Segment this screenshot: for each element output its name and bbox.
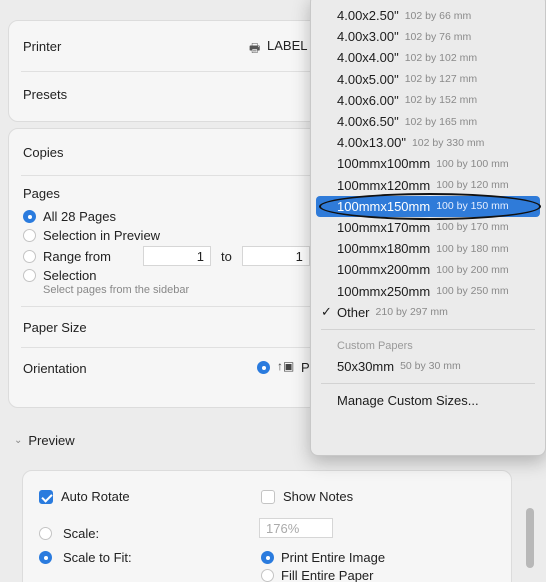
paper-size-menu-items: 4.00x2.50" 102 by 66 mm 4.00x3.00" 102 by 7… — [311, 5, 545, 323]
menu-item-name: 4.00x2.50" — [337, 8, 399, 24]
scale-label: Scale: — [63, 526, 100, 541]
menu-item-paper-size[interactable]: 4.00x5.00" 102 by 127 mm — [311, 69, 545, 90]
menu-item-paper-size[interactable]: 100mmx170mm 100 by 170 mm — [311, 217, 545, 238]
print-entire-image-label: Print Entire Image — [281, 550, 386, 565]
portrait-icon: ↑▣ — [277, 359, 295, 373]
scale-input[interactable]: 176% — [259, 518, 333, 538]
menu-item-paper-size[interactable]: 100mmx200mm 100 by 200 mm — [311, 259, 545, 280]
scale-radio[interactable] — [39, 527, 52, 540]
menu-item-name: 4.00x3.00" — [337, 29, 399, 45]
menu-item-name: 100mmx180mm — [337, 241, 431, 257]
checkmark-icon: ✓ — [321, 304, 332, 320]
pages-selection-preview-radio[interactable] — [23, 229, 36, 242]
menu-item-dim: 102 by 76 mm — [404, 30, 472, 43]
menu-item-dim: 102 by 330 mm — [411, 136, 485, 149]
preview-disclosure[interactable]: ⌄ Preview — [14, 433, 75, 448]
menu-item-paper-size[interactable]: 100mmx180mm 100 by 180 mm — [311, 238, 545, 259]
menu-item-name: 4.00x6.50" — [337, 114, 399, 130]
pages-range-radio[interactable] — [23, 249, 36, 263]
menu-item-name: 4.00x5.00" — [337, 71, 399, 87]
fill-entire-paper-option[interactable]: Fill Entire Paper — [261, 568, 373, 582]
scale-option[interactable]: Scale: — [39, 526, 99, 541]
scale-to-fit-radio[interactable] — [39, 551, 52, 564]
paper-size-menu: 4.00x2.50" 102 by 66 mm 4.00x3.00" 102 by 7… — [310, 0, 546, 456]
range-start-value: 1 — [196, 248, 204, 264]
show-notes-option[interactable]: Show Notes — [261, 489, 353, 504]
pages-all-radio[interactable] — [23, 210, 36, 223]
menu-item-name: 4.00x6.00" — [337, 92, 399, 108]
pages-all-label: All 28 Pages — [43, 209, 116, 224]
menu-item-dim: 102 by 127 mm — [404, 73, 478, 86]
menu-item-dim: 102 by 66 mm — [404, 9, 472, 22]
menu-item-name: 100mmx170mm — [337, 219, 431, 235]
fill-entire-paper-label: Fill Entire Paper — [281, 568, 374, 582]
print-entire-image-option[interactable]: Print Entire Image — [261, 550, 385, 565]
pages-range-from-label: Range from — [43, 248, 111, 264]
menu-item-paper-size[interactable]: 100mmx100mm 100 by 100 mm — [311, 153, 545, 174]
menu-item-name: 100mmx100mm — [337, 156, 431, 172]
highlight-ellipse — [319, 192, 541, 220]
menu-item-paper-size[interactable]: 4.00x13.00" 102 by 330 mm — [311, 132, 545, 153]
menu-item-dim: 210 by 297 mm — [375, 306, 448, 319]
print-entire-image-radio[interactable] — [261, 551, 274, 564]
menu-item-paper-size[interactable]: 4.00x6.00" 102 by 152 mm — [311, 90, 545, 111]
menu-item-dim: 50 by 30 mm — [400, 360, 461, 373]
auto-rotate-checkbox[interactable] — [39, 489, 53, 504]
range-end-input[interactable]: 1 — [241, 246, 310, 266]
chevron-down-icon: ⌄ — [14, 435, 23, 446]
menu-item-dim: 100 by 250 mm — [436, 285, 509, 298]
menu-item-dim: 100 by 100 mm — [436, 157, 509, 170]
show-notes-label: Show Notes — [283, 489, 354, 504]
menu-item-dim: 102 by 102 mm — [404, 51, 478, 64]
menu-item-paper-size[interactable]: 4.00x4.00" 102 by 102 mm — [311, 47, 545, 68]
menu-item-paper-size[interactable]: 4.00x6.50" 102 by 165 mm — [311, 111, 545, 132]
scale-value: 176% — [266, 520, 300, 536]
auto-rotate-label: Auto Rotate — [61, 489, 130, 504]
scale-to-fit-label: Scale to Fit: — [63, 550, 132, 565]
pages-selection-preview-label: Selection in Preview — [43, 228, 161, 243]
scale-to-fit-option[interactable]: Scale to Fit: — [39, 550, 132, 565]
menu-item-paper-size[interactable]: 100mmx250mm 100 by 250 mm — [311, 280, 545, 301]
menu-item-dim: 102 by 165 mm — [404, 115, 478, 128]
menu-item-name: 4.00x13.00" — [337, 135, 406, 151]
manage-custom-sizes[interactable]: Manage Custom Sizes... — [311, 390, 545, 411]
menu-item-paper-size[interactable]: ✓ Other 210 by 297 mm — [311, 302, 545, 323]
printer-value: LABEL — [267, 38, 308, 53]
menu-item-name: 100mmx120mm — [337, 177, 431, 193]
auto-rotate-option[interactable]: Auto Rotate — [39, 489, 130, 504]
pages-selection-radio[interactable] — [23, 269, 36, 282]
orientation-value: P — [301, 360, 310, 375]
menu-item-paper-size[interactable]: 4.00x3.00" 102 by 76 mm — [311, 26, 545, 47]
presets-label: Presets — [23, 86, 68, 102]
menu-item-dim: 100 by 120 mm — [436, 179, 509, 192]
menu-item-name: 4.00x4.00" — [337, 50, 399, 66]
range-to-label: to — [221, 248, 232, 264]
scrollbar-thumb[interactable] — [526, 508, 534, 568]
menu-item-paper-size[interactable]: 4.00x2.50" 102 by 66 mm — [311, 5, 545, 26]
preview-section-label: Preview — [28, 433, 75, 448]
printer-label: Printer — [23, 38, 62, 54]
preview-panel: Auto Rotate Show Notes Scale: 176% Scale… — [22, 470, 512, 582]
orientation-portrait-radio[interactable] — [257, 361, 270, 374]
copies-label: Copies — [23, 144, 64, 160]
range-end-value: 1 — [295, 248, 303, 264]
menu-item-paper-size[interactable]: 100mmx150mm 100 by 150 mm — [316, 192, 541, 220]
menu-item-dim: 100 by 200 mm — [436, 263, 509, 276]
menu-item-dim: 102 by 152 mm — [404, 94, 478, 107]
show-notes-checkbox[interactable] — [261, 489, 275, 504]
menu-item-dim: 100 by 170 mm — [436, 221, 509, 234]
custom-papers-heading: Custom Papers — [337, 339, 413, 352]
menu-item-custom[interactable]: 50x30mm 50 by 30 mm — [311, 356, 545, 377]
menu-item-name: 100mmx250mm — [337, 283, 431, 299]
pages-selection-label: Selection — [43, 268, 97, 283]
orientation-label: Orientation — [23, 360, 87, 376]
range-start-input[interactable]: 1 — [143, 246, 211, 266]
fill-entire-paper-radio[interactable] — [261, 569, 274, 582]
menu-item-name: 50x30mm — [337, 358, 395, 374]
menu-item-name: 100mmx200mm — [337, 262, 431, 278]
paper-size-label: Paper Size — [23, 319, 87, 335]
menu-item-dim: 100 by 180 mm — [436, 242, 509, 255]
printer-icon: 🖶 — [249, 41, 261, 55]
menu-item-name: Other — [337, 304, 370, 320]
